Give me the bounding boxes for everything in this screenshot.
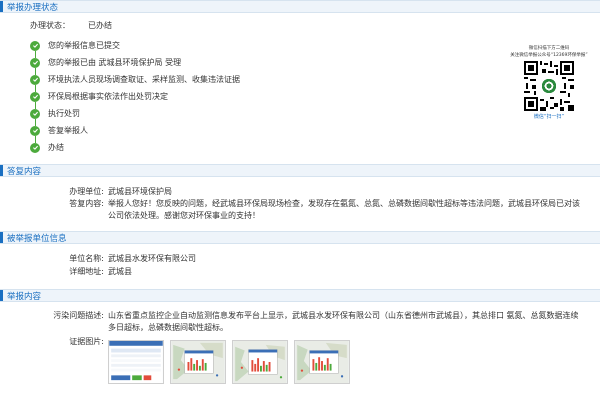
reported-address-row: 详细地址: 武城县 <box>20 266 132 278</box>
evidence-image-thumbnail[interactable] <box>170 340 226 384</box>
check-icon <box>30 108 40 119</box>
check-icon <box>30 74 40 85</box>
section-title: 举报内容 <box>7 291 42 302</box>
timeline-step: 答复举报人 <box>30 122 240 143</box>
section-marker <box>0 232 3 243</box>
section-marker <box>0 1 3 12</box>
timeline-step: 环境执法人员现场调查取证、采样监测、收集违法证据 <box>30 71 240 92</box>
section-title: 举报办理状态 <box>7 2 59 13</box>
reply-content-row: 答复内容: 举报人您好！您反映的问题，经武城县环保局现场检查，发现存在氨氮、总氮… <box>20 198 580 222</box>
reported-unit-section-header: 被举报单位信息 <box>0 231 600 244</box>
section-title: 答复内容 <box>7 166 42 177</box>
reported-name-row: 单位名称: 武城县水发环保有限公司 <box>20 253 196 265</box>
reply-unit-row: 办理单位: 武城县环境保护局 <box>20 186 172 198</box>
check-icon <box>30 142 40 153</box>
field-label: 污染问题描述: <box>53 311 104 320</box>
timeline-step: 您的举报信息已提交 <box>30 37 240 58</box>
timeline-step-label: 您的举报已由 武城县环境保护局 受理 <box>48 58 182 67</box>
status-section: 举报办理状态 办理状态： 已办结 您的举报信息已提交 您的举报已由 武城县环境保… <box>0 0 600 164</box>
reported-unit-section: 被举报单位信息 <box>0 231 600 244</box>
report-content-section: 举报内容 <box>0 289 600 302</box>
status-label: 办理状态： <box>30 21 70 30</box>
problem-description-row: 污染问题描述: 山东省重点监控企业自动监测信息发布平台上显示，武城县水发环保有限… <box>20 310 580 334</box>
problem-description-value: 山东省重点监控企业自动监测信息发布平台上显示，武城县水发环保有限公司（山东省德州… <box>108 311 579 332</box>
qr-footer: 微信“扫一扫” <box>533 114 565 120</box>
report-content-section-header: 举报内容 <box>0 289 600 302</box>
check-icon <box>30 125 40 136</box>
section-title: 被举报单位信息 <box>7 233 67 244</box>
reply-section: 答复内容 <box>0 164 600 177</box>
timeline-step: 执行处罚 <box>30 105 240 126</box>
reply-unit-value: 武城县环境保护局 <box>108 187 172 196</box>
field-label: 办理单位: <box>69 187 104 196</box>
progress-timeline: 您的举报信息已提交 您的举报已由 武城县环境保护局 受理 环境执法人员现场调查取… <box>30 37 240 156</box>
reported-name-value: 武城县水发环保有限公司 <box>108 254 196 263</box>
timeline-step: 您的举报已由 武城县环境保护局 受理 <box>30 54 240 75</box>
field-label: 证据图片: <box>69 337 104 346</box>
timeline-step-label: 办结 <box>48 143 64 152</box>
timeline-step-label: 环境执法人员现场调查取证、采样监测、收集违法证据 <box>48 75 240 84</box>
timeline-step-label: 答复举报人 <box>48 126 88 135</box>
evidence-images <box>108 340 350 384</box>
status-body: 办理状态： 已办结 您的举报信息已提交 您的举报已由 武城县环境保护局 受理 环… <box>0 13 600 164</box>
reported-address-value: 武城县 <box>108 267 132 276</box>
check-icon <box>30 40 40 51</box>
wechat-qr-panel: 微信扫描下方二维码 关注微信举报公众号“12369环保举报” 微信“扫一扫” <box>504 45 594 120</box>
field-label: 详细地址: <box>69 267 104 276</box>
reply-content-value: 举报人您好！您反映的问题，经武城县环保局现场检查，发现存在氨氮、总氮、总磷数据间… <box>108 199 580 220</box>
section-marker <box>0 290 3 301</box>
check-icon <box>30 91 40 102</box>
timeline-step: 环保局根据事实依法作出处罚决定 <box>30 88 240 109</box>
timeline-step: 办结 <box>30 139 240 156</box>
section-marker <box>0 165 3 176</box>
field-label: 单位名称: <box>69 254 104 263</box>
timeline-step-label: 环保局根据事实依法作出处罚决定 <box>48 92 168 101</box>
check-icon <box>30 57 40 68</box>
qr-code-icon <box>524 61 574 111</box>
evidence-row: 证据图片: <box>20 336 108 347</box>
status-section-header: 举报办理状态 <box>0 0 600 13</box>
qr-caption: 微信扫描下方二维码 <box>528 46 570 51</box>
evidence-image-thumbnail[interactable] <box>294 340 350 384</box>
reply-section-header: 答复内容 <box>0 164 600 177</box>
evidence-image-thumbnail[interactable] <box>108 340 164 384</box>
timeline-step-label: 您的举报信息已提交 <box>48 41 120 50</box>
field-label: 答复内容: <box>69 199 104 208</box>
status-row: 办理状态： 已办结 <box>30 20 112 31</box>
timeline-step-label: 执行处罚 <box>48 109 80 118</box>
evidence-image-thumbnail[interactable] <box>232 340 288 384</box>
qr-caption-account: 关注微信举报公众号“12369环保举报” <box>510 53 588 58</box>
status-value: 已办结 <box>88 21 112 30</box>
